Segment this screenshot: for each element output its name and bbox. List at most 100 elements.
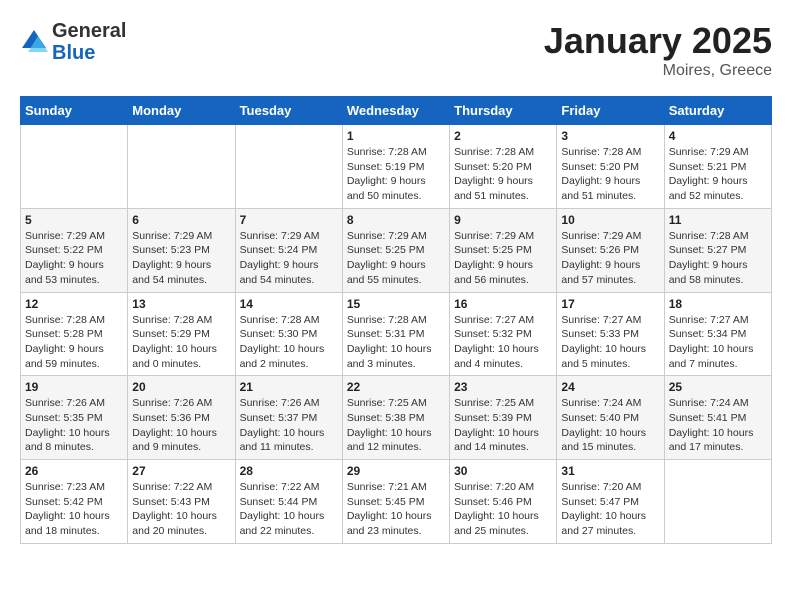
day-number: 9 <box>454 213 552 227</box>
logo-blue-text: Blue <box>52 42 95 64</box>
day-number: 25 <box>669 380 767 394</box>
weekday-header-tuesday: Tuesday <box>235 97 342 125</box>
week-row-5: 26Sunrise: 7:23 AM Sunset: 5:42 PM Dayli… <box>21 460 772 544</box>
day-number: 24 <box>561 380 659 394</box>
logo-icon <box>20 28 48 56</box>
day-number: 2 <box>454 129 552 143</box>
day-info: Sunrise: 7:23 AM Sunset: 5:42 PM Dayligh… <box>25 480 123 539</box>
day-cell: 7 Sunrise: 7:29 AM Sunset: 5:24 PM Daylig… <box>235 208 342 292</box>
day-cell <box>664 460 771 544</box>
weekday-header-wednesday: Wednesday <box>342 97 449 125</box>
day-cell: 10Sunrise: 7:29 AM Sunset: 5:26 PM Dayli… <box>557 208 664 292</box>
day-info: Sunrise: 7:26 AM Sunset: 5:37 PM Dayligh… <box>240 396 338 455</box>
day-cell: 20 Sunrise: 7:26 AM Sunset: 5:36 PM Dayli… <box>128 376 235 460</box>
day-cell: 31 Sunrise: 7:20 AM Sunset: 5:47 PM Dayli… <box>557 460 664 544</box>
day-info: Sunrise: 7:20 AM Sunset: 5:46 PM Dayligh… <box>454 480 552 539</box>
day-number: 20 <box>132 380 230 394</box>
day-info: Sunrise: 7:29 AM Sunset: 5:25 PM Dayligh… <box>454 229 552 288</box>
day-info: Sunrise: 7:25 AM Sunset: 5:39 PM Dayligh… <box>454 396 552 455</box>
day-info: Sunrise: 7:28 AM Sunset: 5:20 PM Dayligh… <box>454 145 552 204</box>
day-cell: 1 Sunrise: 7:28 AM Sunset: 5:19 PM Daylig… <box>342 125 449 209</box>
day-number: 10 <box>561 213 659 227</box>
day-cell: 8 Sunrise: 7:29 AM Sunset: 5:25 PM Daylig… <box>342 208 449 292</box>
day-cell: 5 Sunrise: 7:29 AM Sunset: 5:22 PM Daylig… <box>21 208 128 292</box>
day-number: 8 <box>347 213 445 227</box>
day-info: Sunrise: 7:25 AM Sunset: 5:38 PM Dayligh… <box>347 396 445 455</box>
day-number: 7 <box>240 213 338 227</box>
day-number: 13 <box>132 297 230 311</box>
day-number: 28 <box>240 464 338 478</box>
day-number: 15 <box>347 297 445 311</box>
day-number: 3 <box>561 129 659 143</box>
day-info: Sunrise: 7:24 AM Sunset: 5:41 PM Dayligh… <box>669 396 767 455</box>
day-info: Sunrise: 7:20 AM Sunset: 5:47 PM Dayligh… <box>561 480 659 539</box>
day-number: 23 <box>454 380 552 394</box>
day-cell: 3Sunrise: 7:28 AM Sunset: 5:20 PM Daylig… <box>557 125 664 209</box>
day-info: Sunrise: 7:28 AM Sunset: 5:28 PM Dayligh… <box>25 313 123 372</box>
day-cell: 13 Sunrise: 7:28 AM Sunset: 5:29 PM Dayli… <box>128 292 235 376</box>
day-info: Sunrise: 7:28 AM Sunset: 5:29 PM Dayligh… <box>132 313 230 372</box>
day-info: Sunrise: 7:26 AM Sunset: 5:35 PM Dayligh… <box>25 396 123 455</box>
day-info: Sunrise: 7:22 AM Sunset: 5:44 PM Dayligh… <box>240 480 338 539</box>
day-info: Sunrise: 7:29 AM Sunset: 5:24 PM Dayligh… <box>240 229 338 288</box>
week-row-3: 12 Sunrise: 7:28 AM Sunset: 5:28 PM Dayli… <box>21 292 772 376</box>
day-cell: 25 Sunrise: 7:24 AM Sunset: 5:41 PM Dayli… <box>664 376 771 460</box>
weekday-header-sunday: Sunday <box>21 97 128 125</box>
day-number: 14 <box>240 297 338 311</box>
day-info: Sunrise: 7:28 AM Sunset: 5:19 PM Dayligh… <box>347 145 445 204</box>
day-cell: 28 Sunrise: 7:22 AM Sunset: 5:44 PM Dayli… <box>235 460 342 544</box>
day-info: Sunrise: 7:21 AM Sunset: 5:45 PM Dayligh… <box>347 480 445 539</box>
day-number: 31 <box>561 464 659 478</box>
day-info: Sunrise: 7:28 AM Sunset: 5:30 PM Dayligh… <box>240 313 338 372</box>
day-cell: 22 Sunrise: 7:25 AM Sunset: 5:38 PM Dayli… <box>342 376 449 460</box>
day-cell: 12 Sunrise: 7:28 AM Sunset: 5:28 PM Dayli… <box>21 292 128 376</box>
weekday-header-monday: Monday <box>128 97 235 125</box>
day-number: 27 <box>132 464 230 478</box>
logo: General Blue <box>20 20 126 64</box>
day-info: Sunrise: 7:24 AM Sunset: 5:40 PM Dayligh… <box>561 396 659 455</box>
day-info: Sunrise: 7:28 AM Sunset: 5:31 PM Dayligh… <box>347 313 445 372</box>
weekday-header-friday: Friday <box>557 97 664 125</box>
title-block: January 2025 Moires, Greece <box>544 20 772 80</box>
day-number: 1 <box>347 129 445 143</box>
day-cell <box>128 125 235 209</box>
day-cell: 16Sunrise: 7:27 AM Sunset: 5:32 PM Dayli… <box>450 292 557 376</box>
day-cell: 29Sunrise: 7:21 AM Sunset: 5:45 PM Dayli… <box>342 460 449 544</box>
day-cell <box>235 125 342 209</box>
day-cell: 21 Sunrise: 7:26 AM Sunset: 5:37 PM Dayli… <box>235 376 342 460</box>
day-cell: 15 Sunrise: 7:28 AM Sunset: 5:31 PM Dayli… <box>342 292 449 376</box>
day-number: 18 <box>669 297 767 311</box>
day-cell: 19Sunrise: 7:26 AM Sunset: 5:35 PM Dayli… <box>21 376 128 460</box>
day-info: Sunrise: 7:26 AM Sunset: 5:36 PM Dayligh… <box>132 396 230 455</box>
day-info: Sunrise: 7:29 AM Sunset: 5:23 PM Dayligh… <box>132 229 230 288</box>
day-cell: 4Sunrise: 7:29 AM Sunset: 5:21 PM Daylig… <box>664 125 771 209</box>
day-cell: 18Sunrise: 7:27 AM Sunset: 5:34 PM Dayli… <box>664 292 771 376</box>
day-number: 12 <box>25 297 123 311</box>
day-number: 6 <box>132 213 230 227</box>
calendar-title: January 2025 <box>544 20 772 62</box>
calendar-table: SundayMondayTuesdayWednesdayThursdayFrid… <box>20 96 772 544</box>
day-cell: 2 Sunrise: 7:28 AM Sunset: 5:20 PM Daylig… <box>450 125 557 209</box>
day-cell: 14 Sunrise: 7:28 AM Sunset: 5:30 PM Dayli… <box>235 292 342 376</box>
day-info: Sunrise: 7:28 AM Sunset: 5:27 PM Dayligh… <box>669 229 767 288</box>
day-number: 5 <box>25 213 123 227</box>
day-info: Sunrise: 7:27 AM Sunset: 5:32 PM Dayligh… <box>454 313 552 372</box>
day-cell: 11 Sunrise: 7:28 AM Sunset: 5:27 PM Dayli… <box>664 208 771 292</box>
day-cell: 24 Sunrise: 7:24 AM Sunset: 5:40 PM Dayli… <box>557 376 664 460</box>
day-number: 22 <box>347 380 445 394</box>
day-cell: 6 Sunrise: 7:29 AM Sunset: 5:23 PM Daylig… <box>128 208 235 292</box>
day-info: Sunrise: 7:27 AM Sunset: 5:33 PM Dayligh… <box>561 313 659 372</box>
day-cell: 30 Sunrise: 7:20 AM Sunset: 5:46 PM Dayli… <box>450 460 557 544</box>
day-number: 11 <box>669 213 767 227</box>
day-cell: 26Sunrise: 7:23 AM Sunset: 5:42 PM Dayli… <box>21 460 128 544</box>
day-info: Sunrise: 7:29 AM Sunset: 5:25 PM Dayligh… <box>347 229 445 288</box>
week-row-2: 5 Sunrise: 7:29 AM Sunset: 5:22 PM Daylig… <box>21 208 772 292</box>
logo-general-text: General <box>52 20 126 42</box>
day-cell: 23 Sunrise: 7:25 AM Sunset: 5:39 PM Dayli… <box>450 376 557 460</box>
weekday-header-row: SundayMondayTuesdayWednesdayThursdayFrid… <box>21 97 772 125</box>
day-info: Sunrise: 7:29 AM Sunset: 5:22 PM Dayligh… <box>25 229 123 288</box>
day-cell: 17Sunrise: 7:27 AM Sunset: 5:33 PM Dayli… <box>557 292 664 376</box>
day-number: 21 <box>240 380 338 394</box>
calendar-subtitle: Moires, Greece <box>544 62 772 80</box>
day-number: 30 <box>454 464 552 478</box>
